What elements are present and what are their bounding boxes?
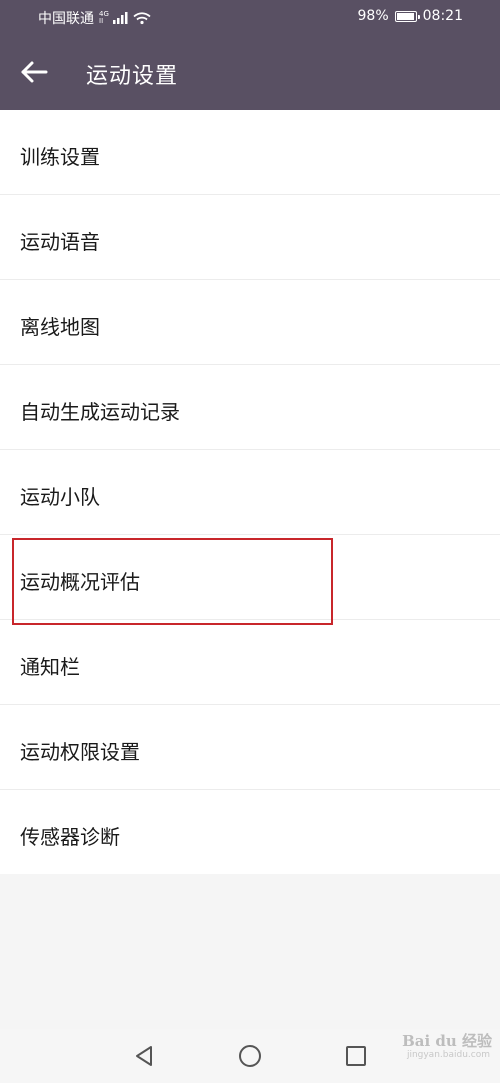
status-time: 08:21 — [422, 8, 463, 24]
signal-icon — [112, 12, 128, 24]
settings-item-label: 运动权限设置 — [20, 740, 140, 764]
wifi-icon — [133, 11, 151, 24]
page-title: 运动设置 — [86, 64, 179, 89]
square-recent-icon[interactable] — [341, 1041, 371, 1071]
carrier-name: 中国联通 — [38, 11, 94, 27]
battery-percent: 98% — [357, 8, 389, 24]
settings-item-label: 运动概况评估 — [20, 570, 140, 594]
settings-item-label: 训练设置 — [20, 145, 100, 169]
settings-item-notification-bar[interactable]: 通知栏 — [0, 620, 500, 705]
status-right: 98% 08:21 — [358, 8, 463, 24]
settings-item-offline-map[interactable]: 离线地图 — [0, 280, 500, 365]
status-left: 中国联通 4G II — [38, 8, 151, 28]
settings-item-label: 运动小队 — [20, 485, 100, 509]
baidu-watermark-url: jingyan.baidu.com — [406, 1050, 490, 1060]
settings-item-overview-assessment[interactable]: 运动概况评估 — [0, 535, 500, 620]
settings-item-voice[interactable]: 运动语音 — [0, 195, 500, 280]
battery-icon — [394, 10, 420, 22]
settings-item-label: 运动语音 — [20, 230, 100, 254]
settings-item-sensor-diagnosis[interactable]: 传感器诊断 — [0, 790, 500, 874]
baidu-watermark: Bai du 经验 — [402, 1032, 492, 1050]
settings-item-training[interactable]: 训练设置 — [0, 110, 500, 195]
settings-item-team[interactable]: 运动小队 — [0, 450, 500, 535]
app-bar: 运动设置 — [0, 34, 500, 110]
settings-item-auto-record[interactable]: 自动生成运动记录 — [0, 365, 500, 450]
status-bar: 中国联通 4G II 98% 08:21 — [0, 0, 500, 34]
network-type: 4G II — [99, 11, 109, 25]
settings-item-label: 通知栏 — [20, 655, 80, 679]
arrow-left-icon[interactable] — [16, 54, 52, 90]
settings-item-label: 自动生成运动记录 — [20, 400, 180, 424]
triangle-back-icon[interactable] — [129, 1041, 159, 1071]
battery-fill — [396, 12, 415, 20]
network-type-bottom: II — [99, 17, 104, 25]
circle-home-icon[interactable] — [235, 1041, 265, 1071]
settings-list: 训练设置 运动语音 离线地图 自动生成运动记录 运动小队 运动概况评估 通知栏 … — [0, 110, 500, 874]
settings-item-label: 传感器诊断 — [20, 825, 120, 849]
settings-item-permissions[interactable]: 运动权限设置 — [0, 705, 500, 790]
settings-item-label: 离线地图 — [20, 315, 100, 339]
